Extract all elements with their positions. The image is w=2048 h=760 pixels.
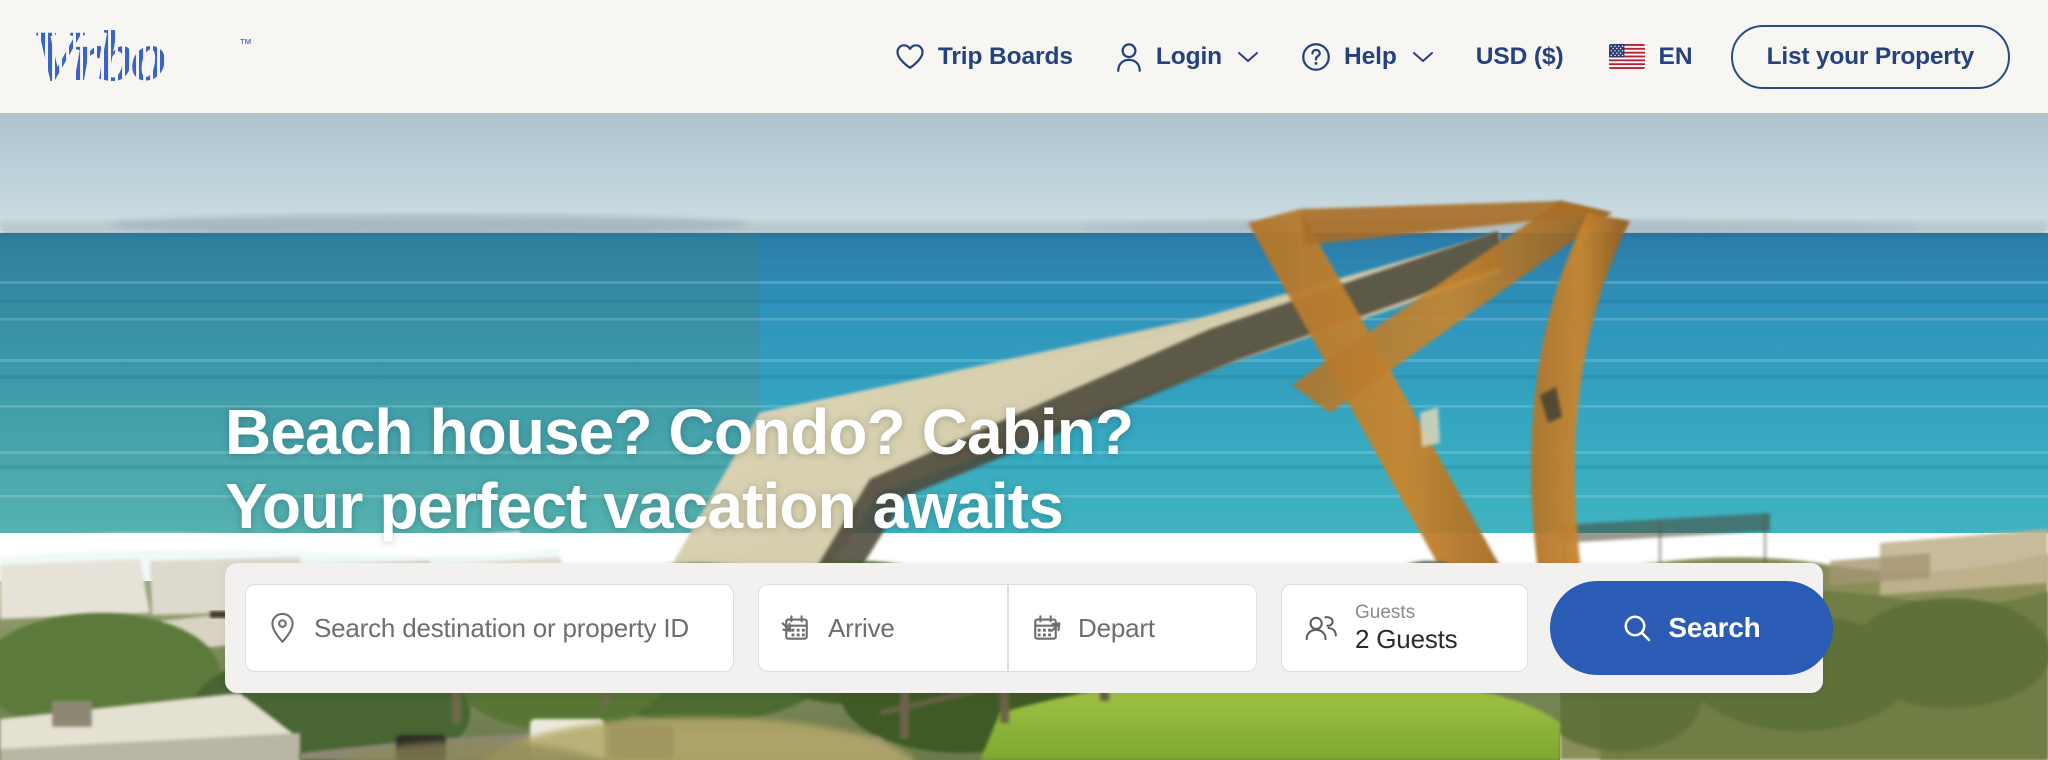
search-button-label: Search bbox=[1668, 612, 1761, 643]
svg-text:Vrbo: Vrbo bbox=[34, 22, 165, 92]
nav-help-label: Help bbox=[1344, 42, 1397, 70]
nav-currency[interactable]: USD ($) bbox=[1455, 35, 1585, 79]
nav-trip-boards[interactable]: Trip Boards bbox=[874, 35, 1094, 79]
nav-language[interactable]: EN bbox=[1585, 35, 1713, 79]
chevron-down-icon bbox=[1412, 50, 1434, 64]
svg-text:™: ™ bbox=[239, 36, 252, 51]
arrive-input-placeholder: Arrive bbox=[828, 612, 895, 643]
search-icon bbox=[1622, 613, 1652, 643]
hero-headline: Beach house? Condo? Cabin? Your perfect … bbox=[225, 396, 1134, 543]
guests-field[interactable]: Guests 2 Guests bbox=[1281, 584, 1528, 672]
chevron-down-icon bbox=[1237, 50, 1259, 64]
header-nav: Trip Boards Login Help USD ($) EN List y… bbox=[874, 24, 2010, 89]
guests-text-group: Guests 2 Guests bbox=[1355, 602, 1458, 654]
calendar-arrive-icon bbox=[781, 613, 811, 643]
depart-field[interactable]: Depart bbox=[1008, 584, 1257, 672]
search-panel: Search destination or property ID Arrive… bbox=[225, 563, 1833, 693]
guests-label: Guests bbox=[1355, 602, 1416, 624]
destination-field[interactable]: Search destination or property ID bbox=[245, 584, 734, 672]
nav-currency-label: USD ($) bbox=[1475, 42, 1564, 70]
calendar-depart-icon bbox=[1031, 613, 1061, 643]
nav-language-label: EN bbox=[1658, 42, 1693, 70]
arrive-field[interactable]: Arrive bbox=[758, 584, 1007, 672]
nav-trip-boards-label: Trip Boards bbox=[937, 42, 1073, 70]
vrbo-logo[interactable]: Vrbo ™ bbox=[34, 22, 334, 92]
depart-input-placeholder: Depart bbox=[1078, 612, 1155, 643]
map-pin-icon bbox=[268, 612, 297, 644]
hero-section: Beach house? Condo? Cabin? Your perfect … bbox=[0, 113, 2048, 760]
heart-icon bbox=[895, 43, 925, 70]
nav-login-label: Login bbox=[1155, 42, 1223, 70]
question-circle-icon bbox=[1301, 42, 1331, 72]
guests-value: 2 Guests bbox=[1355, 623, 1458, 654]
search-button[interactable]: Search bbox=[1550, 581, 1833, 675]
list-your-property-button[interactable]: List your Property bbox=[1730, 24, 2010, 89]
nav-login[interactable]: Login bbox=[1094, 34, 1280, 80]
guests-icon bbox=[1304, 613, 1338, 643]
nav-help[interactable]: Help bbox=[1280, 34, 1455, 80]
user-icon bbox=[1115, 42, 1143, 72]
us-flag-icon bbox=[1608, 44, 1645, 69]
site-header: Vrbo ™ Trip Boards Login Help USD ($) EN… bbox=[0, 0, 2048, 113]
destination-input-placeholder: Search destination or property ID bbox=[314, 612, 689, 643]
